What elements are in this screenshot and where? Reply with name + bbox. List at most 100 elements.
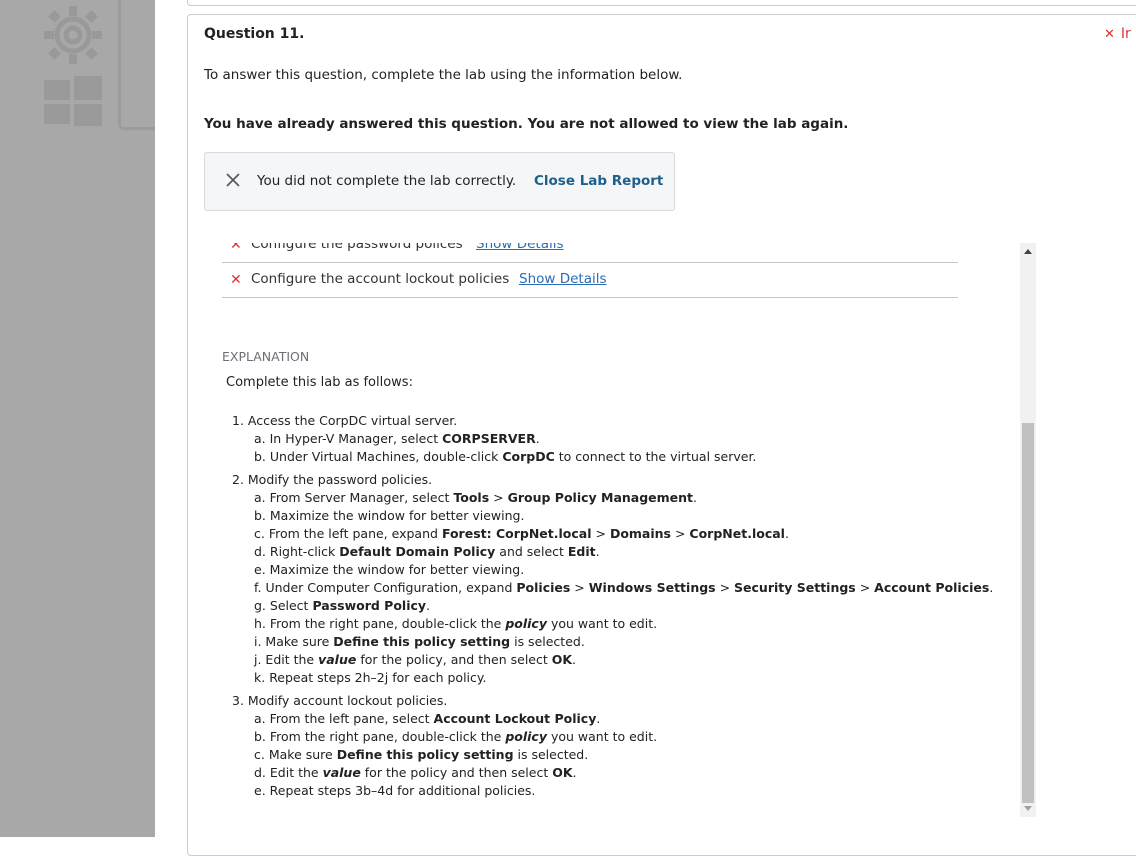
sub-step-text: OK bbox=[551, 652, 573, 667]
sub-step-letter: d. bbox=[254, 765, 270, 780]
explanation-step: 2. Modify the password policies. a. From … bbox=[232, 471, 993, 687]
question-warning: You have already answered this question.… bbox=[204, 116, 849, 132]
sub-step-text: and select bbox=[495, 544, 568, 559]
sub-step-letter: e. bbox=[254, 783, 270, 798]
sub-step-text: . bbox=[693, 490, 698, 505]
sub-step-letter: h. bbox=[254, 616, 270, 631]
sub-step-text: Edit the bbox=[269, 765, 323, 780]
sub-step-text: Make sure bbox=[265, 634, 334, 649]
sub-step: a. From Server Manager, select Tools > G… bbox=[232, 489, 993, 507]
sub-step-text: Make sure bbox=[268, 747, 337, 762]
sub-step-text: CORPSERVER bbox=[442, 431, 536, 446]
question-title: Question 11. bbox=[204, 26, 305, 42]
sub-step-text: Policies bbox=[516, 580, 571, 595]
sub-step-text: Under Virtual Machines, double-click bbox=[269, 449, 503, 464]
sub-step-text: . bbox=[595, 544, 600, 559]
sub-step-text: > bbox=[855, 580, 875, 595]
lab-report-banner: You did not complete the lab correctly. … bbox=[204, 152, 675, 211]
sub-step-text: policy bbox=[505, 729, 547, 744]
scroll-down-arrow-icon[interactable] bbox=[1024, 806, 1032, 811]
sub-step-text: you want to edit. bbox=[546, 616, 658, 631]
vertical-scrollbar[interactable] bbox=[1020, 243, 1036, 817]
sub-step-letter: e. bbox=[254, 562, 270, 577]
sub-step: e. Maximize the window for better viewin… bbox=[232, 561, 993, 579]
sub-step-text: In Hyper-V Manager, select bbox=[269, 431, 443, 446]
sub-step: a. From the left pane, select Account Lo… bbox=[232, 710, 993, 728]
sub-step-text: > bbox=[671, 526, 690, 541]
sub-step-text: > bbox=[591, 526, 610, 541]
sub-step-text: From the left pane, select bbox=[269, 711, 434, 726]
explanation-heading: EXPLANATION bbox=[222, 349, 310, 364]
sub-step-text: Tools bbox=[453, 490, 490, 505]
sub-step-text: From the right pane, double-click the bbox=[269, 729, 506, 744]
sub-step-letter: a. bbox=[254, 711, 270, 726]
sub-step: f. Under Computer Configuration, expand … bbox=[232, 579, 993, 597]
sub-step-letter: d. bbox=[254, 544, 270, 559]
windows-logo-icon bbox=[44, 76, 102, 126]
sub-step-text: Security Settings bbox=[734, 580, 856, 595]
previous-question-card bbox=[187, 0, 1136, 6]
sub-step: a. In Hyper-V Manager, select CORPSERVER… bbox=[232, 430, 993, 448]
result-row: ✕ Configure the password polices Show De… bbox=[222, 243, 958, 263]
sub-step-text: Edit bbox=[567, 544, 596, 559]
sub-step-letter: b. bbox=[254, 508, 270, 523]
sub-step-letter: c. bbox=[254, 526, 269, 541]
sub-step-text: Edit the bbox=[265, 652, 319, 667]
question-page: Question 11. ✕ Ir To answer this question… bbox=[155, 0, 1136, 856]
question-intro: To answer this question, complete the la… bbox=[204, 67, 683, 83]
sub-step-letter: a. bbox=[254, 490, 270, 505]
sub-step-text: . bbox=[596, 711, 601, 726]
show-details-link[interactable]: Show Details bbox=[519, 271, 607, 287]
sub-step-letter: g. bbox=[254, 598, 270, 613]
result-task: Configure the password polices bbox=[251, 243, 463, 252]
sub-step-text: Domains bbox=[609, 526, 671, 541]
sub-step-text: > bbox=[489, 490, 508, 505]
sub-step: c. From the left pane, expand Forest: Co… bbox=[232, 525, 993, 543]
sub-step-text: you want to edit. bbox=[547, 729, 658, 744]
scroll-up-arrow-icon[interactable] bbox=[1024, 249, 1032, 254]
sub-step-text: . bbox=[572, 765, 577, 780]
sub-step-letter: f. bbox=[254, 580, 266, 595]
step-heading: 2. Modify the password policies. bbox=[232, 472, 433, 487]
sub-step-text: Account Lockout Policy bbox=[433, 711, 597, 726]
sub-step: b. From the right pane, double-click the… bbox=[232, 728, 993, 746]
sub-step-letter: k. bbox=[254, 670, 270, 685]
sub-step-text: Under Computer Configuration, expand bbox=[265, 580, 517, 595]
sub-step-text: Define this policy setting bbox=[333, 634, 511, 649]
lab-report-scroll-area[interactable]: ✕ Configure the password polices Show De… bbox=[222, 243, 1005, 803]
sub-step-letter: b. bbox=[254, 449, 270, 464]
sub-step-text: for the policy, and then select bbox=[356, 652, 552, 667]
sub-step: e. Repeat steps 3b–4d for additional pol… bbox=[232, 782, 993, 800]
sub-step-letter: j. bbox=[254, 652, 266, 667]
sub-step-text: OK bbox=[552, 765, 573, 780]
sub-step-text: Define this policy setting bbox=[336, 747, 514, 762]
sub-step-text: . bbox=[572, 652, 577, 667]
sub-step-text: policy bbox=[505, 616, 547, 631]
sub-step-text: value bbox=[322, 765, 361, 780]
explanation-intro: Complete this lab as follows: bbox=[226, 375, 413, 390]
sub-step-text: for the policy and then select bbox=[360, 765, 553, 780]
sub-step-text: . bbox=[784, 526, 789, 541]
sub-step-text: Maximize the window for better viewing. bbox=[269, 562, 525, 577]
sub-step: h. From the right pane, double-click the… bbox=[232, 615, 993, 633]
result-task: Configure the account lockout policies bbox=[251, 271, 510, 287]
x-mark-icon: ✕ bbox=[230, 243, 242, 253]
sub-step-text: Password Policy bbox=[312, 598, 427, 613]
sub-step-text: Right-click bbox=[269, 544, 340, 559]
question-card: Question 11. ✕ Ir To answer this question… bbox=[187, 14, 1136, 856]
sub-step: b. Maximize the window for better viewin… bbox=[232, 507, 993, 525]
sub-step-text: Account Policies bbox=[874, 580, 990, 595]
sub-step-text: is selected. bbox=[513, 747, 589, 762]
sub-step-letter: i. bbox=[254, 634, 266, 649]
sub-step: j. Edit the value for the policy, and th… bbox=[232, 651, 993, 669]
sub-step: g. Select Password Policy. bbox=[232, 597, 993, 615]
scrollbar-thumb[interactable] bbox=[1022, 423, 1034, 803]
explanation-steps: 1. Access the CorpDC virtual server. a. I… bbox=[232, 412, 993, 803]
x-mark-icon: ✕ bbox=[230, 272, 242, 288]
show-details-link[interactable]: Show Details bbox=[476, 243, 564, 252]
sub-step-letter: c. bbox=[254, 747, 269, 762]
sub-step-text: CorpNet.local bbox=[689, 526, 785, 541]
sub-step-text: to connect to the virtual server. bbox=[554, 449, 757, 464]
close-lab-report-button[interactable]: Close Lab Report bbox=[534, 173, 663, 189]
sub-step-text: Group Policy Management bbox=[507, 490, 694, 505]
